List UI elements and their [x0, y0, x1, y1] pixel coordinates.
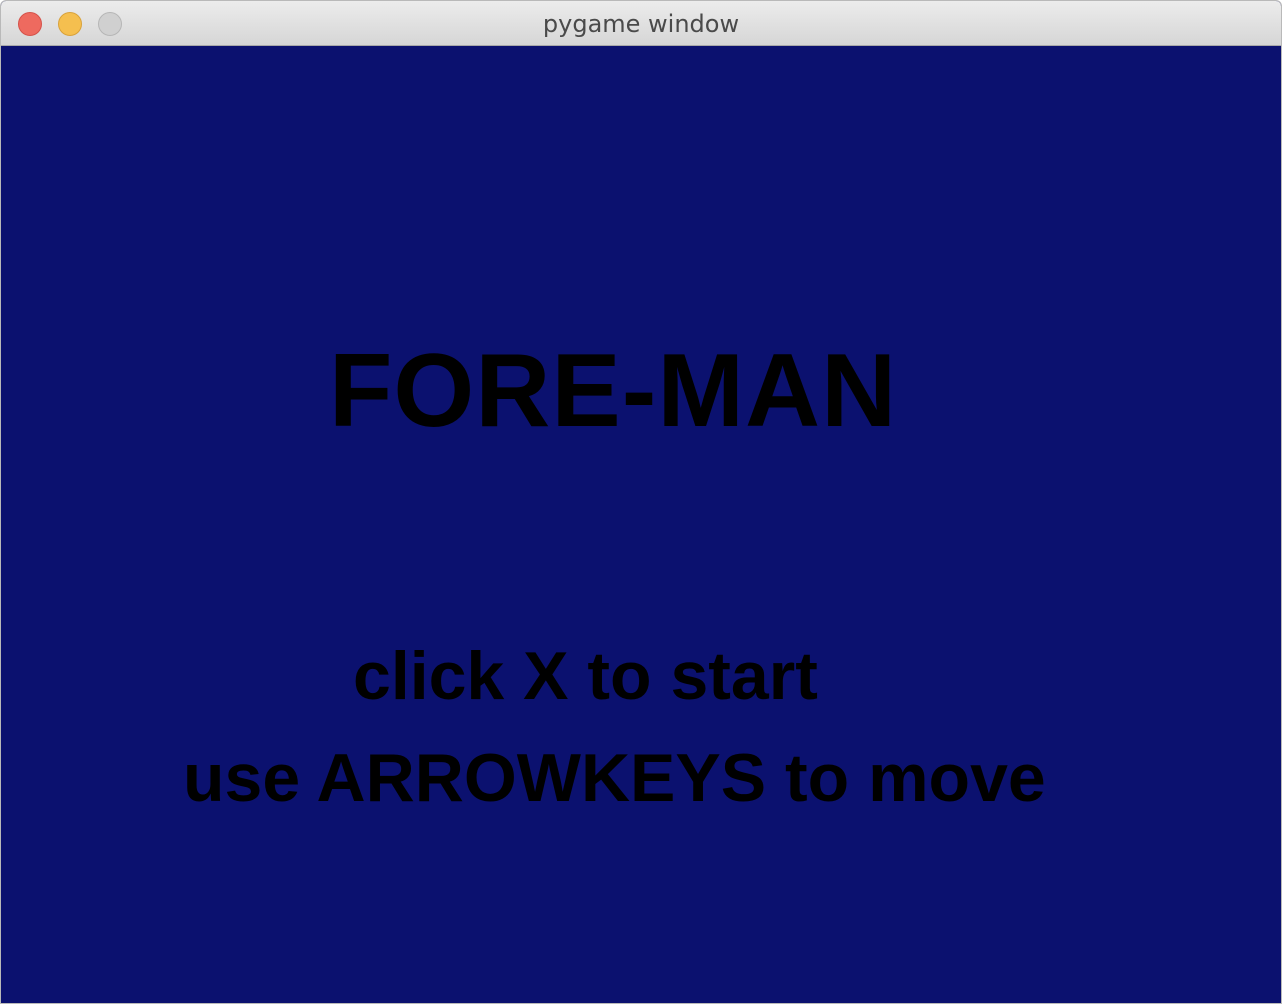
move-instruction: use ARROWKEYS to move — [183, 740, 1046, 816]
window-title: pygame window — [542, 10, 740, 38]
game-title: FORE-MAN — [328, 333, 898, 449]
start-instruction: click X to start — [353, 638, 818, 714]
window-titlebar[interactable]: pygame window — [1, 1, 1281, 46]
game-canvas[interactable]: FORE-MAN click X to start use ARROWKEYS … — [1, 46, 1281, 1003]
pygame-window: pygame window FORE-MAN click X to start … — [0, 0, 1282, 1004]
